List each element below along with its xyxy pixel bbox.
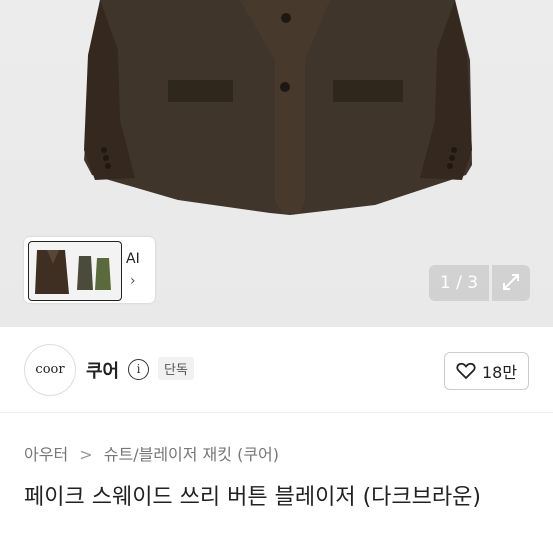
product-title: 페이크 스웨이드 쓰리 버튼 블레이저 (다크브라운) xyxy=(24,485,481,510)
like-button[interactable]: 18만 xyxy=(444,352,529,390)
image-counter: 1 / 3 xyxy=(429,265,489,301)
breadcrumb: 아우터 > 슈트/블레이저 재킷 (쿠어) xyxy=(24,441,279,465)
thumbnail-selected[interactable] xyxy=(28,241,122,301)
exclusive-badge: 단독 xyxy=(158,357,194,380)
breadcrumb-item-outer[interactable]: 아우터 xyxy=(24,441,68,465)
thumbnail-image xyxy=(35,250,111,294)
thumbnail-strip[interactable]: AI › xyxy=(24,237,155,303)
breadcrumb-item-category[interactable]: 슈트/블레이저 재킷 (쿠어) xyxy=(104,441,279,465)
product-image[interactable]: AI › 1 / 3 xyxy=(0,0,553,327)
expand-icon[interactable] xyxy=(492,265,530,301)
ai-label[interactable]: AI xyxy=(126,251,140,267)
heart-icon xyxy=(456,362,476,380)
info-icon[interactable]: i xyxy=(128,359,149,380)
like-count: 18만 xyxy=(481,363,518,382)
divider xyxy=(0,412,553,413)
seller-logo[interactable]: coor xyxy=(24,344,76,396)
breadcrumb-separator: > xyxy=(79,445,93,464)
chevron-right-icon[interactable]: › xyxy=(130,273,136,289)
seller-name[interactable]: 쿠어 xyxy=(86,357,119,383)
